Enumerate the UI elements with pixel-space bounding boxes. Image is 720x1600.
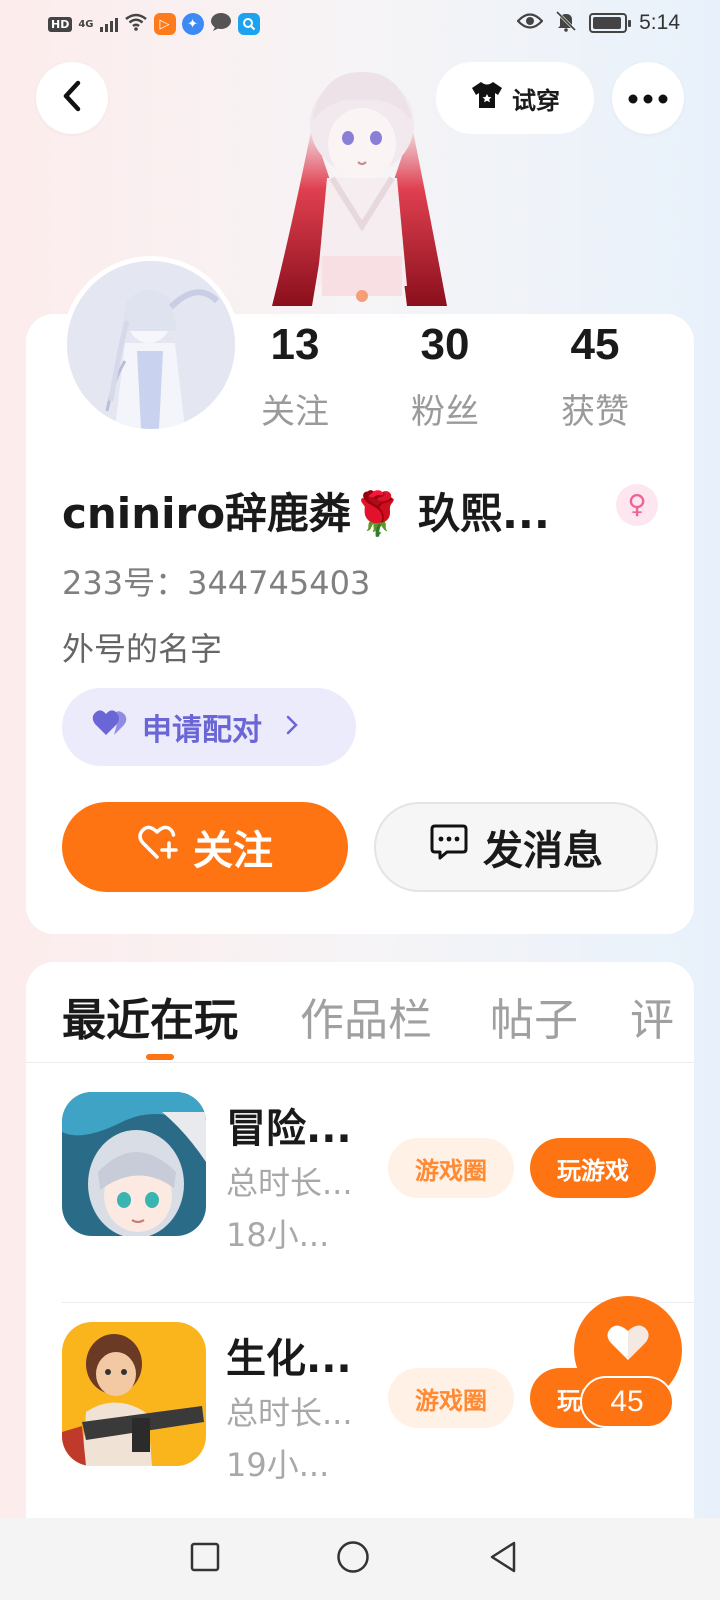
game-total-time-label: 总时长...: [226, 1164, 353, 1202]
game-list-item[interactable]: 冒险... 总时长... 18小... 游戏圈 玩游戏: [62, 1092, 702, 1254]
tab-posts[interactable]: 帖子: [490, 984, 578, 1048]
network-type: 4G: [78, 18, 94, 30]
triangle-back-icon: [488, 1540, 518, 1578]
stat-likes[interactable]: 45 获赞: [520, 320, 670, 433]
content-card: [26, 962, 694, 1600]
eye-icon: [516, 12, 544, 34]
system-nav-bar: [0, 1518, 720, 1600]
game-icon: [62, 1322, 206, 1466]
double-heart-icon: [92, 709, 128, 745]
battery-icon: [589, 13, 632, 33]
hd-badge: HD: [48, 16, 73, 32]
game-name: 生化...: [226, 1336, 352, 1382]
play-game-button[interactable]: 玩游戏: [530, 1138, 656, 1198]
wifi-icon: [124, 13, 148, 36]
female-icon: ♀: [616, 484, 658, 526]
search-app-icon: [237, 13, 260, 35]
stat-likes-label: 获赞: [561, 392, 629, 432]
game-circle-button[interactable]: 游戏圈: [388, 1368, 514, 1428]
chat-bubble-icon: [429, 823, 469, 871]
system-back-button[interactable]: [480, 1536, 526, 1582]
avatar-character-figure: [272, 66, 452, 316]
shirt-icon: [470, 80, 504, 116]
stat-fans-count: 30: [420, 320, 470, 369]
game-circle-button[interactable]: 游戏圈: [388, 1138, 514, 1198]
more-dots-icon: [628, 89, 668, 108]
tab-recently-played[interactable]: 最近在玩: [62, 984, 238, 1048]
game-total-time-label: 总时长...: [226, 1394, 353, 1432]
tab-works[interactable]: 作品栏: [300, 984, 432, 1048]
app-notification-icon: ✦: [181, 13, 204, 35]
stat-likes-count: 45: [570, 320, 620, 369]
status-left: HD 4G ▷ ✦: [48, 12, 260, 36]
heart-icon: [606, 1322, 650, 1366]
stat-following-count: 13: [270, 320, 320, 369]
follow-button[interactable]: 关注: [62, 802, 348, 892]
circle-icon: [336, 1540, 370, 1578]
stat-following-label: 关注: [261, 392, 329, 432]
user-id: 233号：344745403: [62, 564, 371, 602]
request-pairing-button[interactable]: 申请配对: [62, 688, 356, 766]
chevron-left-icon: [61, 80, 83, 116]
game-hours: 18小...: [226, 1216, 330, 1254]
stat-fans-label: 粉丝: [411, 392, 479, 432]
status-right: 5:14: [516, 10, 680, 36]
recent-apps-button[interactable]: [182, 1536, 228, 1582]
game-name: 冒险...: [226, 1106, 352, 1152]
bell-off-icon: [555, 10, 577, 36]
user-bio: 外号的名字: [62, 630, 223, 668]
try-on-button[interactable]: 试穿: [436, 62, 594, 134]
request-pairing-label: 申请配对: [142, 713, 262, 748]
send-message-label: 发消息: [483, 828, 603, 874]
tab-divider: [26, 1062, 694, 1063]
app-notification-icon: ▷: [153, 13, 176, 35]
status-time: 5:14: [639, 11, 680, 34]
game-hours: 19小...: [226, 1446, 330, 1484]
tab-reviews[interactable]: 评: [630, 984, 694, 1048]
back-button[interactable]: [36, 62, 108, 134]
chat-bubble-icon: [210, 12, 232, 36]
like-count-badge: 45: [580, 1376, 674, 1428]
game-icon: [62, 1092, 206, 1236]
tab-active-indicator: [146, 1054, 174, 1060]
stat-following[interactable]: 13 关注: [220, 320, 370, 433]
chevron-right-icon: [286, 712, 298, 742]
more-button[interactable]: [612, 62, 684, 134]
signal-icon: [99, 16, 118, 32]
send-message-button[interactable]: 发消息: [374, 802, 658, 892]
heart-add-icon: [137, 823, 179, 871]
follow-label: 关注: [193, 828, 273, 874]
avatar[interactable]: [62, 256, 240, 434]
home-button[interactable]: [330, 1536, 376, 1582]
stat-fans[interactable]: 30 粉丝: [370, 320, 520, 433]
try-on-label: 试穿: [512, 86, 560, 115]
username: cniniro辞鹿粦🌹 玖熙...: [62, 489, 550, 538]
status-bar: HD 4G ▷ ✦ 5:14: [0, 0, 720, 48]
square-icon: [190, 1542, 220, 1576]
